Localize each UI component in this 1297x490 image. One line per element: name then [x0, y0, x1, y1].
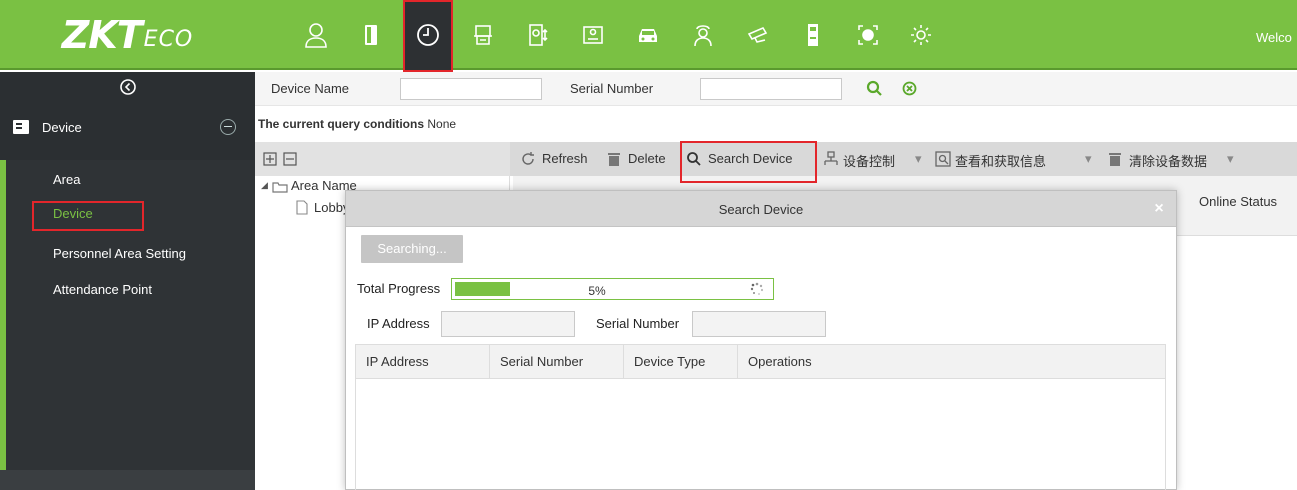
dialog-title: Search Device — [718, 202, 804, 217]
refresh-icon — [522, 152, 534, 165]
close-icon[interactable]: × — [1150, 201, 1168, 219]
sidebar-module-device[interactable]: Device — [0, 112, 255, 144]
column-label: Serial Number — [500, 354, 584, 369]
searching-button[interactable]: Searching... — [361, 235, 463, 263]
parking-car-icon[interactable] — [623, 0, 673, 70]
conditions-value: None — [427, 117, 457, 131]
query-bar: Device Name Serial Number — [255, 72, 1297, 106]
elevator-icon[interactable] — [458, 0, 508, 70]
clear-device-data-menu[interactable]: 清除设备数据 — [1129, 151, 1207, 170]
sidebar-next-module[interactable] — [0, 470, 255, 490]
search-results-table: IP Address Serial Number Device Type Ope… — [355, 344, 1166, 490]
column-ip-address[interactable]: IP Address — [356, 345, 490, 379]
device-control-icon — [824, 151, 838, 165]
logo-sub-text: ECO — [143, 26, 194, 52]
folder-open-icon — [272, 182, 288, 193]
search-device-icon — [687, 152, 701, 166]
logo-main-text: ZKT — [61, 13, 143, 57]
serial-number-label: Serial Number — [596, 316, 680, 331]
conditions-label: The current query conditions — [258, 117, 425, 131]
view-get-info-menu[interactable]: 查看和获取信息 — [955, 151, 1046, 170]
clear-data-icon — [1109, 153, 1121, 166]
column-label: IP Address — [366, 354, 429, 369]
view-info-icon — [935, 151, 951, 167]
ip-address-input[interactable] — [441, 311, 575, 337]
column-label: Device Type — [634, 354, 706, 369]
attendance-clock-icon[interactable] — [403, 0, 453, 70]
surveillance-camera-icon[interactable] — [733, 0, 783, 70]
sidebar-module-label: Device — [42, 120, 82, 135]
column-online-status[interactable]: Online Status — [1199, 194, 1277, 209]
sidebar-item-attendance-point[interactable]: Attendance Point — [53, 282, 152, 297]
search-device-dialog: Search Device × Searching... Total Progr… — [345, 190, 1177, 490]
progress-percent: 5% — [588, 284, 606, 298]
search-icon[interactable] — [866, 80, 883, 97]
total-progress-label: Total Progress — [357, 281, 441, 296]
sidebar-item-device[interactable]: Device — [53, 206, 93, 221]
door-icon[interactable] — [346, 0, 396, 70]
device-name-input[interactable] — [400, 78, 542, 100]
total-progress-bar: 5% — [451, 278, 774, 300]
serial-number-input[interactable] — [692, 311, 826, 337]
sidebar-menu: Area Device Personnel Area Setting Atten… — [0, 160, 255, 470]
toolbar: Refresh Delete Search Device 设备控制 ▾ 查看和获… — [255, 142, 1297, 176]
personnel-icon[interactable] — [291, 0, 341, 70]
delete-button[interactable]: Delete — [628, 151, 666, 166]
zkteco-logo: ZKT ECO — [0, 0, 255, 70]
column-label: Operations — [748, 354, 812, 369]
collapse-all-icon[interactable] — [283, 152, 297, 166]
face-scan-icon[interactable] — [843, 0, 893, 70]
chevron-down-icon[interactable]: ▾ — [1227, 151, 1234, 167]
column-operations[interactable]: Operations — [738, 345, 1165, 379]
serial-number-input[interactable] — [700, 78, 842, 100]
device-name-label: Device Name — [271, 81, 350, 96]
clear-search-icon[interactable] — [902, 81, 917, 96]
settings-gear-icon[interactable] — [896, 0, 946, 70]
query-conditions: The current query conditions None — [255, 106, 1297, 142]
sidebar: Device Area Device Personnel Area Settin… — [0, 72, 255, 490]
chevron-left-circle-icon — [119, 79, 136, 95]
column-serial-number[interactable]: Serial Number — [490, 345, 624, 379]
delete-icon — [608, 153, 620, 166]
collapse-sidebar-button[interactable] — [0, 72, 255, 102]
device-control-menu[interactable]: 设备控制 — [843, 151, 895, 170]
top-navigation-bar: ZKT ECO Welco — [0, 0, 1297, 70]
chevron-down-icon[interactable]: ▾ — [915, 151, 922, 167]
chevron-down-icon[interactable]: ▾ — [1085, 151, 1092, 167]
serial-number-label: Serial Number — [570, 81, 654, 96]
collapse-module-icon[interactable] — [220, 119, 236, 135]
sidebar-item-personnel-area-setting[interactable]: Personnel Area Setting — [53, 246, 186, 261]
locker-icon[interactable] — [788, 0, 838, 70]
patrol-guard-icon[interactable] — [678, 0, 728, 70]
welcome-text: Welco — [1256, 30, 1292, 45]
results-table-header: IP Address Serial Number Device Type Ope… — [356, 345, 1165, 379]
expand-all-icon[interactable] — [263, 152, 277, 166]
sidebar-item-area[interactable]: Area — [53, 172, 80, 187]
fingerprint-panel-icon[interactable] — [513, 0, 563, 70]
visitor-card-icon[interactable] — [568, 0, 618, 70]
column-device-type[interactable]: Device Type — [624, 345, 738, 379]
loading-spinner-icon — [750, 282, 764, 295]
file-icon — [296, 200, 308, 215]
device-module-icon — [13, 120, 29, 134]
ip-address-label: IP Address — [367, 316, 430, 331]
tree-expand-icon[interactable]: ◢ — [261, 180, 268, 191]
dialog-title-bar: Search Device × — [346, 191, 1176, 227]
refresh-button[interactable]: Refresh — [542, 151, 588, 166]
search-device-button[interactable]: Search Device — [708, 151, 793, 166]
tree-toolbar — [255, 142, 510, 176]
